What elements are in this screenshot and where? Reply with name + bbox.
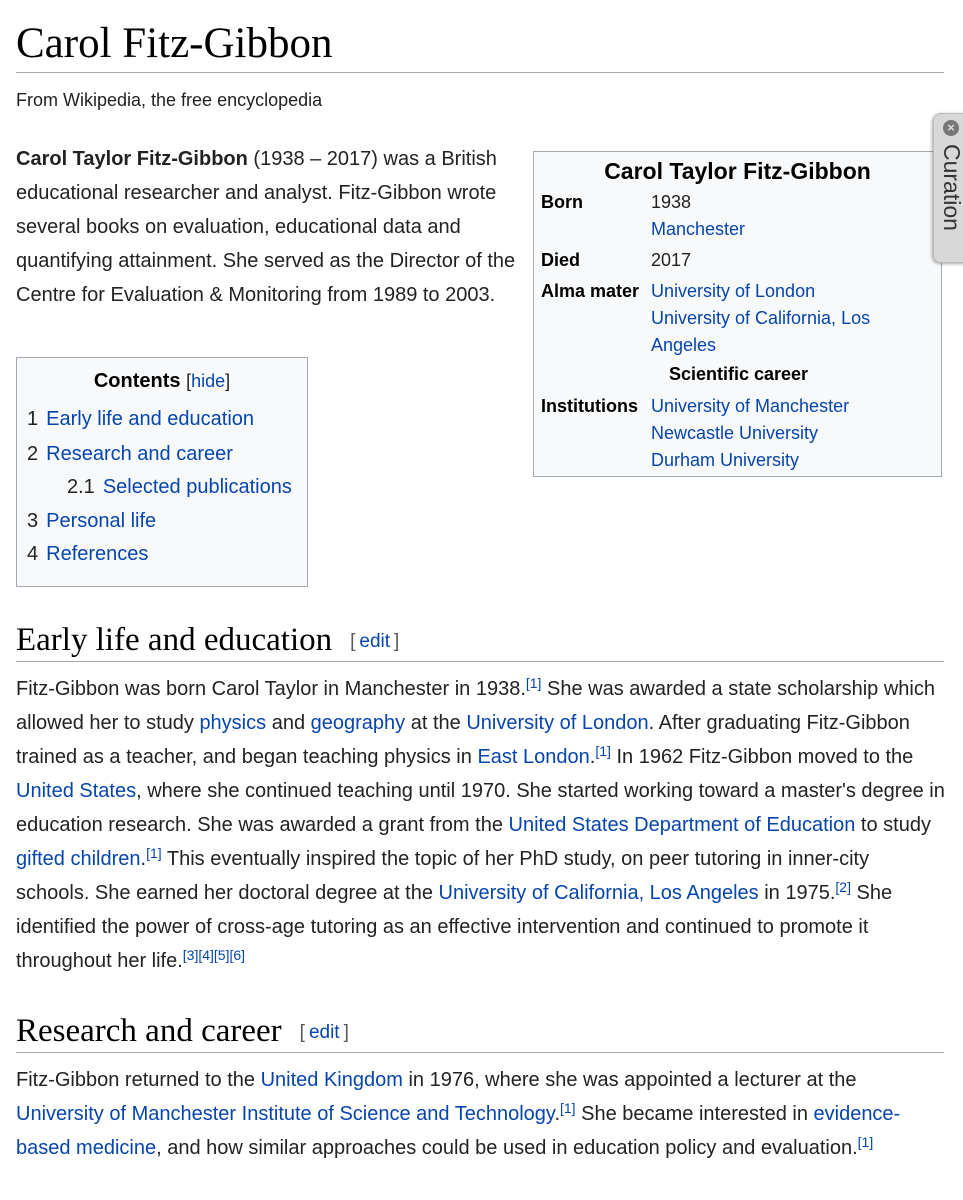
- paragraph-text: Fitz-Gibbon was born Carol Taylor in Man…: [16, 678, 526, 700]
- paragraph-text: to study: [855, 814, 931, 836]
- paragraph-text: , and how similar approaches could be us…: [156, 1137, 858, 1159]
- united-kingdom-link[interactable]: United Kingdom: [261, 1069, 403, 1091]
- infobox-alma-ucla-link[interactable]: University of California, Los: [651, 308, 870, 329]
- section-heading-text: Research and career: [16, 1013, 282, 1049]
- citation-link[interactable]: [3][4][5][6]: [183, 947, 245, 963]
- us-department-of-education-link[interactable]: United States Department of Education: [509, 814, 856, 836]
- close-icon[interactable]: ×: [943, 120, 959, 136]
- section-divider: [16, 1052, 944, 1053]
- infobox-died-label: Died: [541, 250, 581, 270]
- edit-section-link[interactable]: edit: [309, 1022, 340, 1043]
- paragraph-text: In 1962 Fitz-Gibbon moved to the: [610, 746, 914, 768]
- toc-item-personal-life[interactable]: 3 Personal life: [27, 510, 156, 533]
- section-heading-early-life: Early life and education [edit]: [16, 620, 399, 662]
- curation-tab-label: Curation: [939, 144, 963, 231]
- paragraph-text: at the: [405, 712, 467, 734]
- east-london-link[interactable]: East London: [477, 746, 589, 768]
- geography-link[interactable]: geography: [311, 712, 406, 734]
- toc-item-link[interactable]: Personal life: [46, 510, 156, 532]
- ucla-link[interactable]: University of California, Los Angeles: [439, 882, 759, 904]
- early-life-paragraph: Fitz-Gibbon was born Carol Taylor in Man…: [16, 672, 946, 978]
- infobox-born-year: 1938: [651, 192, 692, 212]
- toc-title: Contents: [93, 370, 181, 392]
- citation-link[interactable]: [1]: [858, 1134, 874, 1150]
- toc-item-early-life[interactable]: 1 Early life and education: [27, 408, 254, 431]
- research-paragraph: Fitz-Gibbon returned to the United Kingd…: [16, 1063, 946, 1165]
- paragraph-text: in 1976, where she was appointed a lectu…: [402, 1069, 857, 1091]
- physics-link[interactable]: physics: [199, 712, 266, 734]
- infobox-section-header: Scientific career: [668, 364, 809, 384]
- citation-link[interactable]: [1]: [560, 1100, 576, 1116]
- edit-bracket-open: [: [350, 631, 356, 652]
- toc-item-link[interactable]: Selected publications: [103, 476, 292, 498]
- lead-paragraph: Carol Taylor Fitz-Gibbon (1938 – 2017) w…: [16, 142, 521, 312]
- table-of-contents: Contents [hide] 1 Early life and educatio…: [16, 357, 308, 587]
- citation-link[interactable]: [2]: [835, 879, 851, 895]
- infobox-born-label: Born: [541, 192, 583, 212]
- toc-hide-bracket-close: ]: [225, 371, 231, 391]
- infobox-title: Carol Taylor Fitz-Gibbon: [604, 158, 871, 184]
- umist-link[interactable]: University of Manchester Institute of Sc…: [16, 1103, 554, 1125]
- paragraph-text: in 1975.: [758, 882, 836, 904]
- curation-side-tab[interactable]: × Curation: [933, 113, 963, 263]
- infobox-died-year: 2017: [651, 250, 692, 270]
- section-heading-research: Research and career [edit]: [16, 1011, 349, 1053]
- toc-item-link[interactable]: References: [46, 543, 148, 565]
- infobox: Carol Taylor Fitz-Gibbon Born 1938 Manch…: [533, 151, 942, 477]
- paragraph-text: Fitz-Gibbon returned to the: [16, 1069, 261, 1091]
- citation-link[interactable]: [1]: [526, 675, 542, 691]
- infobox-alma-london-link[interactable]: University of London: [651, 281, 815, 302]
- infobox-inst-newcastle-link[interactable]: Newcastle University: [651, 423, 818, 444]
- edit-section-link[interactable]: edit: [359, 631, 390, 652]
- toc-item-references[interactable]: 4 References: [27, 543, 148, 566]
- infobox-born-place-link[interactable]: Manchester: [651, 219, 745, 240]
- page-tagline: From Wikipedia, the free encyclopedia: [16, 90, 323, 110]
- citation-link[interactable]: [1]: [146, 845, 162, 861]
- toc-header: Contents [hide]: [17, 370, 307, 393]
- toc-item-research[interactable]: 2 Research and career: [27, 443, 233, 466]
- lead-text: (1938 – 2017) was a British educational …: [16, 148, 516, 306]
- infobox-institutions-label: Institutions: [541, 396, 638, 416]
- university-of-london-link[interactable]: University of London: [466, 712, 648, 734]
- title-divider: [16, 72, 944, 73]
- toc-item-number: 3: [27, 510, 39, 532]
- citation-link[interactable]: [1]: [595, 743, 611, 759]
- page-title: Carol Fitz-Gibbon: [16, 20, 333, 67]
- united-states-link[interactable]: United States: [16, 780, 136, 802]
- toc-item-number: 4: [27, 543, 39, 565]
- toc-item-link[interactable]: Early life and education: [46, 408, 254, 430]
- infobox-alma-mater-label: Alma mater: [541, 281, 640, 301]
- gifted-children-link[interactable]: gifted children: [16, 848, 141, 870]
- section-heading-text: Early life and education: [16, 622, 333, 658]
- section-divider: [16, 661, 944, 662]
- toc-item-publications[interactable]: 2.1 Selected publications: [67, 476, 292, 499]
- infobox-alma-ucla-link-cont[interactable]: Angeles: [651, 335, 716, 356]
- infobox-inst-durham-link[interactable]: Durham University: [651, 450, 799, 471]
- edit-bracket-open: [: [299, 1022, 305, 1043]
- toc-item-number: 2.1: [67, 476, 95, 498]
- edit-bracket-close: ]: [394, 631, 400, 652]
- toc-hide-link[interactable]: hide: [191, 371, 225, 391]
- toc-item-link[interactable]: Research and career: [46, 443, 233, 465]
- lead-subject-name: Carol Taylor Fitz-Gibbon: [16, 148, 248, 170]
- edit-bracket-close: ]: [343, 1022, 349, 1043]
- infobox-inst-manchester-link[interactable]: University of Manchester: [651, 396, 849, 417]
- toc-item-number: 2: [27, 443, 39, 465]
- paragraph-text: and: [266, 712, 311, 734]
- toc-item-number: 1: [27, 408, 39, 430]
- paragraph-text: She became interested in: [575, 1103, 814, 1125]
